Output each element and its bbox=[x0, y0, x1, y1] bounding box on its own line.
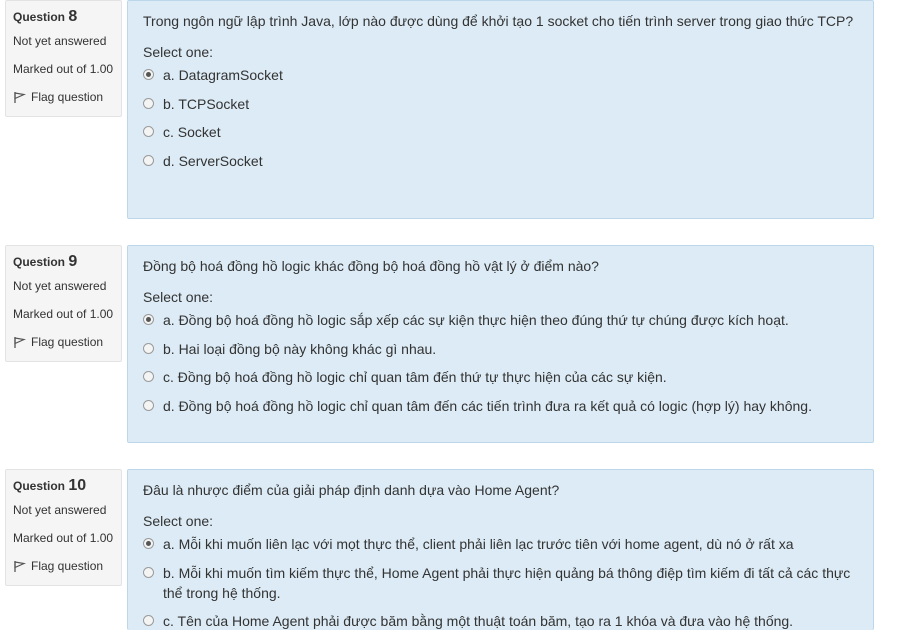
radio-button[interactable] bbox=[143, 615, 154, 626]
answer-option[interactable]: d. ServerSocket bbox=[143, 151, 858, 171]
question-number: Question 10 bbox=[13, 477, 87, 494]
answer-label[interactable]: c. Tên của Home Agent phải được băm bằng… bbox=[163, 611, 858, 630]
radio-button[interactable] bbox=[143, 538, 154, 549]
flag-icon bbox=[13, 91, 26, 104]
question-content: Đâu là nhược điểm của giải pháp định dan… bbox=[127, 469, 874, 630]
answer-label[interactable]: b. Hai loại đồng bộ này không khác gì nh… bbox=[163, 339, 858, 359]
question-info: Question 10 Not yet answered Marked out … bbox=[5, 469, 122, 586]
flag-question-link[interactable]: Flag question bbox=[13, 335, 121, 349]
answer-label[interactable]: b. TCPSocket bbox=[163, 94, 858, 114]
select-one-prompt: Select one: bbox=[143, 289, 214, 305]
question-text: Đâu là nhược điểm của giải pháp định dan… bbox=[143, 482, 560, 498]
answer-option[interactable]: a. DatagramSocket bbox=[143, 65, 858, 85]
answer-option[interactable]: a. Đồng bộ hoá đồng hồ logic sắp xếp các… bbox=[143, 310, 858, 330]
question-text: Trong ngôn ngữ lập trình Java, lớp nào đ… bbox=[143, 13, 854, 29]
question-state: Not yet answered bbox=[13, 34, 107, 48]
radio-button[interactable] bbox=[143, 314, 154, 325]
answer-label[interactable]: a. Mỗi khi muốn liên lạc với mọt thực th… bbox=[163, 534, 858, 554]
answer-list: a. Mỗi khi muốn liên lạc với mọt thực th… bbox=[143, 534, 858, 630]
select-one-prompt: Select one: bbox=[143, 513, 214, 529]
radio-button[interactable] bbox=[143, 342, 154, 354]
question-text: Đồng bộ hoá đồng hồ logic khác đồng bộ h… bbox=[143, 258, 599, 274]
answer-label[interactable]: a. DatagramSocket bbox=[163, 65, 858, 85]
answer-option[interactable]: b. TCPSocket bbox=[143, 94, 858, 114]
radio-button[interactable] bbox=[143, 371, 154, 382]
radio-button[interactable] bbox=[143, 69, 154, 80]
radio-button[interactable] bbox=[143, 154, 154, 166]
select-one-prompt: Select one: bbox=[143, 44, 214, 60]
flag-question-link[interactable]: Flag question bbox=[13, 90, 121, 104]
answer-label[interactable]: d. Đồng bộ hoá đồng hồ logic chỉ quan tâ… bbox=[163, 396, 858, 416]
answer-option[interactable]: c. Socket bbox=[143, 122, 858, 142]
answer-option[interactable]: c. Tên của Home Agent phải được băm bằng… bbox=[143, 611, 858, 630]
question-grade: Marked out of 1.00 bbox=[13, 62, 114, 76]
radio-button[interactable] bbox=[143, 399, 154, 411]
answer-option[interactable]: b. Mỗi khi muốn tìm kiếm thực thể, Home … bbox=[143, 563, 858, 603]
answer-option[interactable]: a. Mỗi khi muốn liên lạc với mọt thực th… bbox=[143, 534, 858, 554]
question-grade: Marked out of 1.00 bbox=[13, 531, 114, 545]
question-info: Question 9 Not yet answered Marked out o… bbox=[5, 245, 122, 362]
question-info: Question 8 Not yet answered Marked out o… bbox=[5, 0, 122, 117]
answer-label[interactable]: c. Đồng bộ hoá đồng hồ logic chỉ quan tâ… bbox=[163, 367, 858, 387]
question-number: Question 9 bbox=[13, 253, 78, 270]
radio-button[interactable] bbox=[143, 97, 154, 109]
radio-button[interactable] bbox=[143, 126, 154, 137]
answer-label[interactable]: d. ServerSocket bbox=[163, 151, 858, 171]
question-content: Trong ngôn ngữ lập trình Java, lớp nào đ… bbox=[127, 0, 874, 219]
answer-option[interactable]: c. Đồng bộ hoá đồng hồ logic chỉ quan tâ… bbox=[143, 367, 858, 387]
question-number: Question 8 bbox=[13, 8, 78, 25]
radio-button[interactable] bbox=[143, 566, 154, 578]
answer-label[interactable]: a. Đồng bộ hoá đồng hồ logic sắp xếp các… bbox=[163, 310, 858, 330]
answer-option[interactable]: b. Hai loại đồng bộ này không khác gì nh… bbox=[143, 339, 858, 359]
question-content: Đồng bộ hoá đồng hồ logic khác đồng bộ h… bbox=[127, 245, 874, 443]
question-grade: Marked out of 1.00 bbox=[13, 307, 114, 321]
flag-question-link[interactable]: Flag question bbox=[13, 559, 121, 573]
answer-list: a. DatagramSocket b. TCPSocket c. Socket… bbox=[143, 65, 858, 171]
flag-icon bbox=[13, 336, 26, 349]
answer-label[interactable]: b. Mỗi khi muốn tìm kiếm thực thể, Home … bbox=[163, 563, 858, 603]
flag-icon bbox=[13, 560, 26, 573]
question-state: Not yet answered bbox=[13, 279, 107, 293]
answer-list: a. Đồng bộ hoá đồng hồ logic sắp xếp các… bbox=[143, 310, 858, 416]
question-state: Not yet answered bbox=[13, 503, 107, 517]
answer-label[interactable]: c. Socket bbox=[163, 122, 858, 142]
answer-option[interactable]: d. Đồng bộ hoá đồng hồ logic chỉ quan tâ… bbox=[143, 396, 858, 416]
